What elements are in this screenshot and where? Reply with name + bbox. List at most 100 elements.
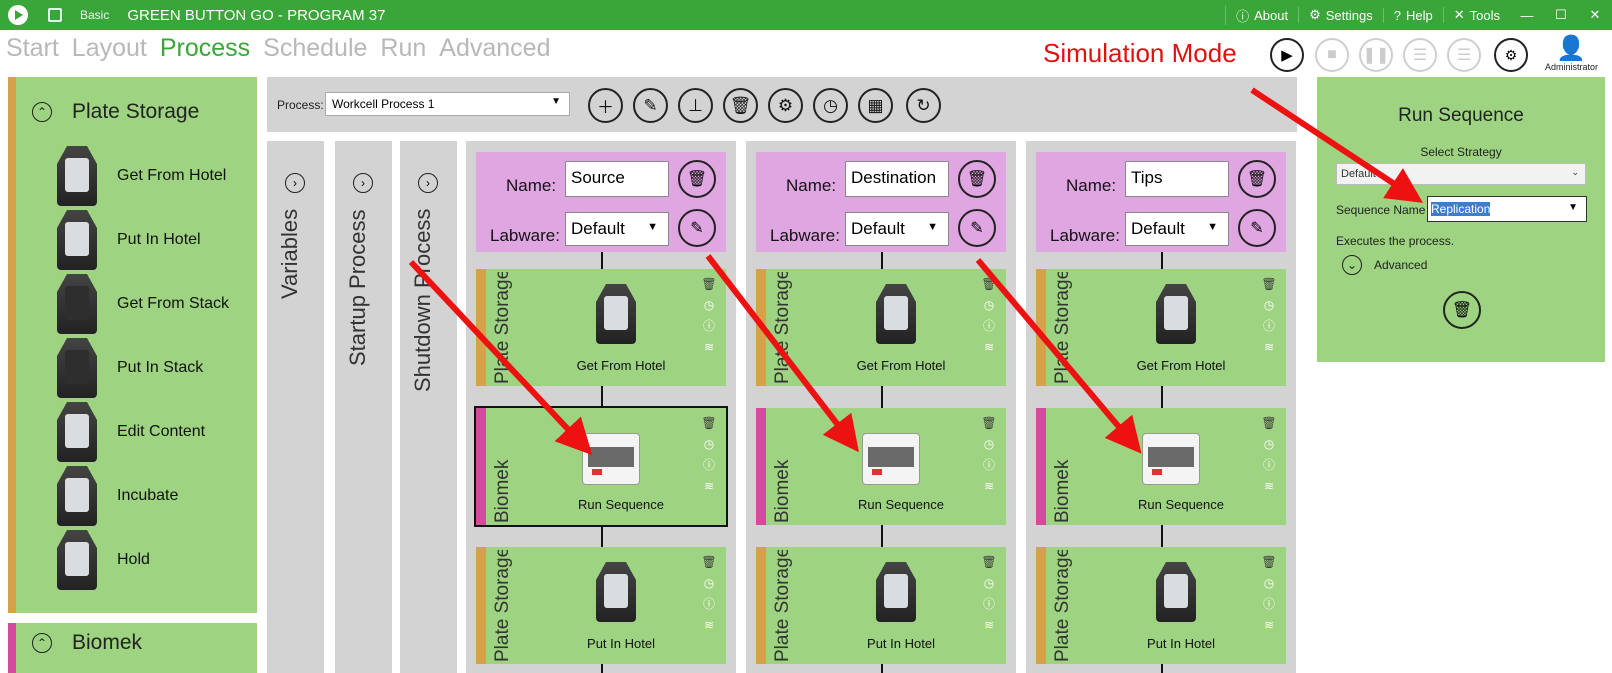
tool-get-from-hotel[interactable]: Get From Hotel	[51, 145, 261, 207]
nav-start[interactable]: Start	[6, 34, 59, 63]
clock-icon[interactable]: ◷	[984, 434, 994, 455]
info-icon[interactable]: ⓘ	[703, 455, 715, 476]
process-step[interactable]: Plate Storage Get From Hotel 🗑 ◷ ⓘ ≋	[756, 269, 1006, 386]
delete-plate-button[interactable]: 🗑	[958, 160, 996, 198]
refresh-button[interactable]: ↻	[906, 88, 941, 123]
layers-icon[interactable]: ≋	[984, 476, 994, 497]
edit-process-button[interactable]: ✎	[633, 88, 668, 123]
pause-button[interactable]: ❚❚	[1359, 38, 1393, 72]
help-button[interactable]: ? Help	[1382, 7, 1443, 23]
clock-icon[interactable]: ◷	[984, 573, 994, 594]
tool-hold[interactable]: Hold	[51, 529, 261, 591]
play-button[interactable]: ▶	[1270, 38, 1304, 72]
calculator-button[interactable]: ▦	[858, 88, 893, 123]
trash-icon[interactable]: 🗑	[1261, 413, 1276, 434]
layers-icon[interactable]: ≋	[704, 337, 714, 358]
clock-icon[interactable]: ◷	[1264, 295, 1274, 316]
trash-icon[interactable]: 🗑	[981, 552, 996, 573]
info-icon[interactable]: ⓘ	[983, 455, 995, 476]
clock-icon[interactable]: ◷	[1264, 434, 1274, 455]
nav-layout[interactable]: Layout	[72, 34, 147, 63]
trash-icon[interactable]: 🗑	[1261, 552, 1276, 573]
trash-icon[interactable]: 🗑	[701, 413, 716, 434]
labware-select[interactable]: Default ▼	[565, 212, 669, 246]
info-icon[interactable]: ⓘ	[703, 316, 715, 337]
plate-storage-header[interactable]: ⌃ Plate Storage	[32, 100, 199, 124]
layers-icon[interactable]: ≋	[984, 615, 994, 636]
minimize-icon[interactable]: —	[1510, 8, 1544, 23]
clock-icon[interactable]: ◷	[984, 295, 994, 316]
trash-icon[interactable]: 🗑	[1261, 274, 1276, 295]
user-menu[interactable]: 👤 Administrator	[1545, 36, 1598, 73]
tool-incubate[interactable]: Incubate	[51, 465, 261, 527]
layers-icon[interactable]: ≋	[704, 615, 714, 636]
info-icon[interactable]: ⓘ	[1263, 316, 1275, 337]
trash-icon[interactable]: 🗑	[981, 413, 996, 434]
schedule-button[interactable]: ◷	[813, 88, 848, 123]
maximize-icon[interactable]: ☐	[1544, 7, 1578, 23]
process-step[interactable]: Biomek Run Sequence 🗑 ◷ ⓘ ≋	[1036, 408, 1286, 525]
layers-icon[interactable]: ≋	[1264, 476, 1274, 497]
tool-put-in-stack[interactable]: Put In Stack	[51, 337, 261, 399]
settings-button[interactable]: ⚙ Settings	[1298, 7, 1383, 23]
layers-icon[interactable]: ≋	[704, 476, 714, 497]
info-icon[interactable]: ⓘ	[983, 594, 995, 615]
tools-button[interactable]: ✕ Tools	[1442, 7, 1510, 23]
robot-button[interactable]: ⚙	[1494, 38, 1528, 72]
step-list-button[interactable]: ☰	[1447, 38, 1481, 72]
biomek-header[interactable]: ⌃ Biomek	[32, 631, 142, 655]
info-icon[interactable]: ⓘ	[1263, 455, 1275, 476]
mode-label[interactable]: Basic	[80, 8, 109, 22]
clock-icon[interactable]: ◷	[704, 295, 714, 316]
process-step[interactable]: Biomek Run Sequence 🗑 ◷ ⓘ ≋	[474, 406, 728, 527]
labware-select[interactable]: Default ▼	[845, 212, 949, 246]
process-step[interactable]: Plate Storage Put In Hotel 🗑 ◷ ⓘ ≋	[1036, 547, 1286, 664]
stop-button[interactable]: ■	[1315, 38, 1349, 72]
process-select[interactable]: Workcell Process 1 ▼	[325, 92, 570, 116]
delete-step-button[interactable]: 🗑	[1443, 291, 1481, 329]
add-process-button[interactable]: ＋	[588, 88, 623, 123]
stamp-button[interactable]: ⊥	[678, 88, 713, 123]
nav-run[interactable]: Run	[380, 34, 426, 63]
plate-name-input[interactable]: Destination	[845, 161, 949, 197]
tab-shutdown-process[interactable]: › Shutdown Process	[400, 141, 457, 673]
tab-startup-process[interactable]: › Startup Process	[335, 141, 392, 673]
step-button[interactable]: ☰	[1403, 38, 1437, 72]
clock-icon[interactable]: ◷	[704, 573, 714, 594]
plate-name-input[interactable]: Source	[565, 161, 669, 197]
info-icon[interactable]: ⓘ	[1263, 594, 1275, 615]
edit-labware-button[interactable]: ✎	[958, 209, 996, 247]
delete-plate-button[interactable]: 🗑	[1238, 160, 1276, 198]
settings-process-button[interactable]: ⚙	[768, 88, 803, 123]
edit-labware-button[interactable]: ✎	[1238, 209, 1276, 247]
tool-get-from-stack[interactable]: Get From Stack	[51, 273, 261, 335]
trash-icon[interactable]: 🗑	[981, 274, 996, 295]
info-icon[interactable]: ⓘ	[703, 594, 715, 615]
layers-icon[interactable]: ≋	[1264, 337, 1274, 358]
process-step[interactable]: Plate Storage Get From Hotel 🗑 ◷ ⓘ ≋	[1036, 269, 1286, 386]
tool-edit-content[interactable]: Edit Content	[51, 401, 261, 463]
process-step[interactable]: Biomek Run Sequence 🗑 ◷ ⓘ ≋	[756, 408, 1006, 525]
layers-icon[interactable]: ≋	[984, 337, 994, 358]
layers-icon[interactable]: ≋	[1264, 615, 1274, 636]
delete-process-button[interactable]: 🗑	[723, 88, 758, 123]
process-step[interactable]: Plate Storage Put In Hotel 🗑 ◷ ⓘ ≋	[756, 547, 1006, 664]
nav-advanced[interactable]: Advanced	[439, 34, 550, 63]
sequence-name-select[interactable]: Replication ▼	[1427, 196, 1587, 222]
trash-icon[interactable]: 🗑	[701, 552, 716, 573]
save-icon[interactable]	[48, 8, 62, 22]
about-button[interactable]: ⓘ About	[1225, 5, 1298, 25]
labware-select[interactable]: Default ▼	[1125, 212, 1229, 246]
close-icon[interactable]: ✕	[1578, 7, 1612, 23]
delete-plate-button[interactable]: 🗑	[678, 160, 716, 198]
clock-icon[interactable]: ◷	[704, 434, 714, 455]
advanced-toggle[interactable]: ⌄ Advanced	[1342, 255, 1427, 275]
trash-icon[interactable]: 🗑	[701, 274, 716, 295]
clock-icon[interactable]: ◷	[1264, 573, 1274, 594]
nav-schedule[interactable]: Schedule	[263, 34, 367, 63]
process-step[interactable]: Plate Storage Get From Hotel 🗑 ◷ ⓘ ≋	[476, 269, 726, 386]
info-icon[interactable]: ⓘ	[983, 316, 995, 337]
edit-labware-button[interactable]: ✎	[678, 209, 716, 247]
process-step[interactable]: Plate Storage Put In Hotel 🗑 ◷ ⓘ ≋	[476, 547, 726, 664]
strategy-select[interactable]: Default ⌄	[1336, 163, 1586, 185]
